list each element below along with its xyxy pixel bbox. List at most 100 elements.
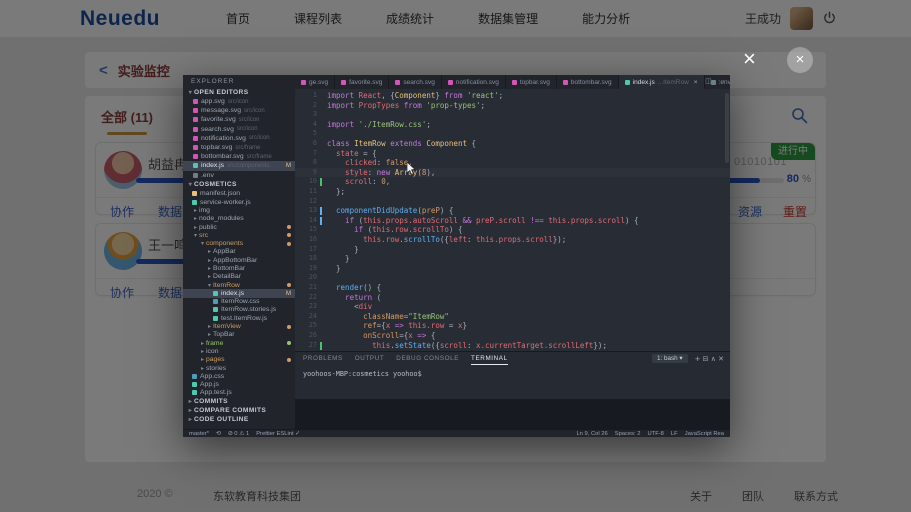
git-gutter-mark [320, 207, 322, 215]
line-number: 10 [297, 177, 317, 187]
tree-ItemRow.css: ItemRow.css [183, 298, 295, 306]
tree-node_modules: ▸node_modules [183, 215, 295, 223]
tree-arrow-icon: ▾ [199, 240, 206, 247]
tree-index.js: index.jsM [183, 289, 295, 297]
file-label: node_modules [199, 215, 244, 222]
tree-arrow-icon: ▸ [199, 365, 206, 372]
code-line: 17 } [295, 245, 730, 255]
file-label: service-worker.js [200, 199, 251, 206]
close-icon[interactable]: × [743, 46, 756, 72]
file-icon-svg [563, 80, 568, 85]
file-icon-js [213, 307, 218, 312]
line-number: 3 [297, 110, 317, 120]
line-number: 23 [297, 302, 317, 312]
file-label: CODE OUTLINE [194, 416, 249, 423]
line-number: 4 [297, 120, 317, 130]
status-item: Prettier ESLint ✓ [256, 431, 300, 437]
tree-DetailBar: ▸DetailBar [183, 273, 295, 281]
line-number: 14 [297, 216, 317, 226]
git-modified-badge: M [286, 290, 291, 297]
section-commits: ▸COMMITS [183, 397, 295, 406]
line-number: 9 [297, 168, 317, 178]
line-number: 12 [297, 197, 317, 207]
editor-tab-favorite.svg: favorite.svg [335, 75, 389, 89]
status-right: Ln 9, Col 26Spaces: 2UTF-8LFJavaScript R… [576, 431, 724, 437]
code-text: className="ItemRow" [327, 312, 449, 322]
tree-App.js: App.js [183, 381, 295, 389]
modified-dot [287, 225, 291, 229]
tree-arrow-icon: ▸ [206, 323, 213, 330]
tree-arrow-icon: ▸ [199, 340, 206, 347]
tree-arrow-icon: ▸ [192, 224, 199, 231]
panel-tab-problems: PROBLEMS [303, 355, 343, 365]
status-item: master* [189, 431, 209, 437]
file-icon-svg [193, 127, 198, 132]
tree-BottomBar: ▸BottomBar [183, 264, 295, 272]
git-gutter-mark [320, 178, 322, 186]
file-icon-svg [193, 145, 198, 150]
file-icon-gear [193, 173, 198, 178]
code-line: 9 style: new Array(8), [295, 168, 730, 178]
tab-label: ge.svg [309, 79, 328, 86]
code-text: class ItemRow extends Component { [327, 139, 476, 149]
line-number: 25 [297, 321, 317, 331]
file-label: DetailBar [213, 273, 241, 280]
tree-arrow-icon: ▾ [187, 181, 194, 188]
file-label: TopBar [213, 331, 235, 338]
code-line: 25 ref={x => this.row = x} [295, 321, 730, 331]
tab-label: topbar.svg [520, 79, 550, 86]
panel-tab-output: OUTPUT [355, 355, 385, 365]
tree-AppBar: ▸AppBar [183, 248, 295, 256]
editor-tab-search.svg: search.svg [389, 75, 441, 89]
code-text: return ( [327, 293, 381, 303]
editor-tab-ge.svg: ge.svg [295, 75, 335, 89]
tab-hint: ...ItemRow [658, 79, 689, 86]
tree-arrow-icon: ▸ [206, 248, 213, 255]
line-number: 26 [297, 331, 317, 341]
code-text: onScroll={x => { [327, 331, 435, 341]
modified-dot [287, 341, 291, 345]
file-icon-svg [193, 108, 198, 113]
code-line: 11 }; [295, 187, 730, 197]
explorer-title: EXPLORER [191, 78, 234, 85]
line-number: 6 [297, 139, 317, 149]
file-icon-js [192, 200, 197, 205]
line-number: 15 [297, 225, 317, 235]
tree-ItemRow.stories.js: ItemRow.stories.js [183, 306, 295, 314]
status-item: JavaScript Rea [685, 431, 724, 437]
code-text: if (this.props.autoScroll && preP.scroll… [327, 216, 639, 226]
file-label: ItemRow.css [221, 298, 260, 305]
tree-App.test.js: App.test.js [183, 389, 295, 397]
code-line: 18 } [295, 254, 730, 264]
file-label: public [199, 224, 217, 231]
code-line: 7 state = { [295, 149, 730, 159]
file-icon-css [213, 299, 218, 304]
status-item: Spaces: 2 [615, 431, 641, 437]
file-icon-js [192, 390, 197, 395]
tree-components: ▾components [183, 239, 295, 247]
file-icon-svg [193, 154, 198, 159]
close-circle-icon[interactable]: × [787, 47, 813, 73]
tree-arrow-icon: ▸ [206, 273, 213, 280]
tree-arrow-icon: ▸ [187, 416, 194, 423]
file-label: icon [206, 348, 218, 355]
git-modified-badge: M [286, 162, 291, 169]
tree-stories: ▸stories [183, 364, 295, 372]
line-number: 17 [297, 245, 317, 255]
code-text: }; [327, 187, 345, 197]
file-path: src/frame [235, 145, 260, 151]
tree-arrow-icon: ▸ [206, 265, 213, 272]
modified-dot [287, 283, 291, 287]
file-label: ItemRow.stories.js [221, 306, 276, 313]
file-label: frame [206, 340, 223, 347]
file-icon-css [192, 374, 197, 379]
code-text: this.row.scrollTo({left: this.props.scro… [327, 235, 566, 245]
code-line: 19 } [295, 264, 730, 274]
open-editor-bottombar.svg: bottombar.svgsrc/frame [183, 152, 295, 161]
file-label: index.js [201, 162, 224, 169]
tree-arrow-icon: ▸ [199, 356, 206, 363]
tree-arrow-icon: ▸ [199, 348, 206, 355]
tree-arrow-icon: ▾ [192, 232, 199, 239]
line-number: 7 [297, 149, 317, 159]
code-text: componentDidUpdate(preP) { [327, 206, 453, 216]
